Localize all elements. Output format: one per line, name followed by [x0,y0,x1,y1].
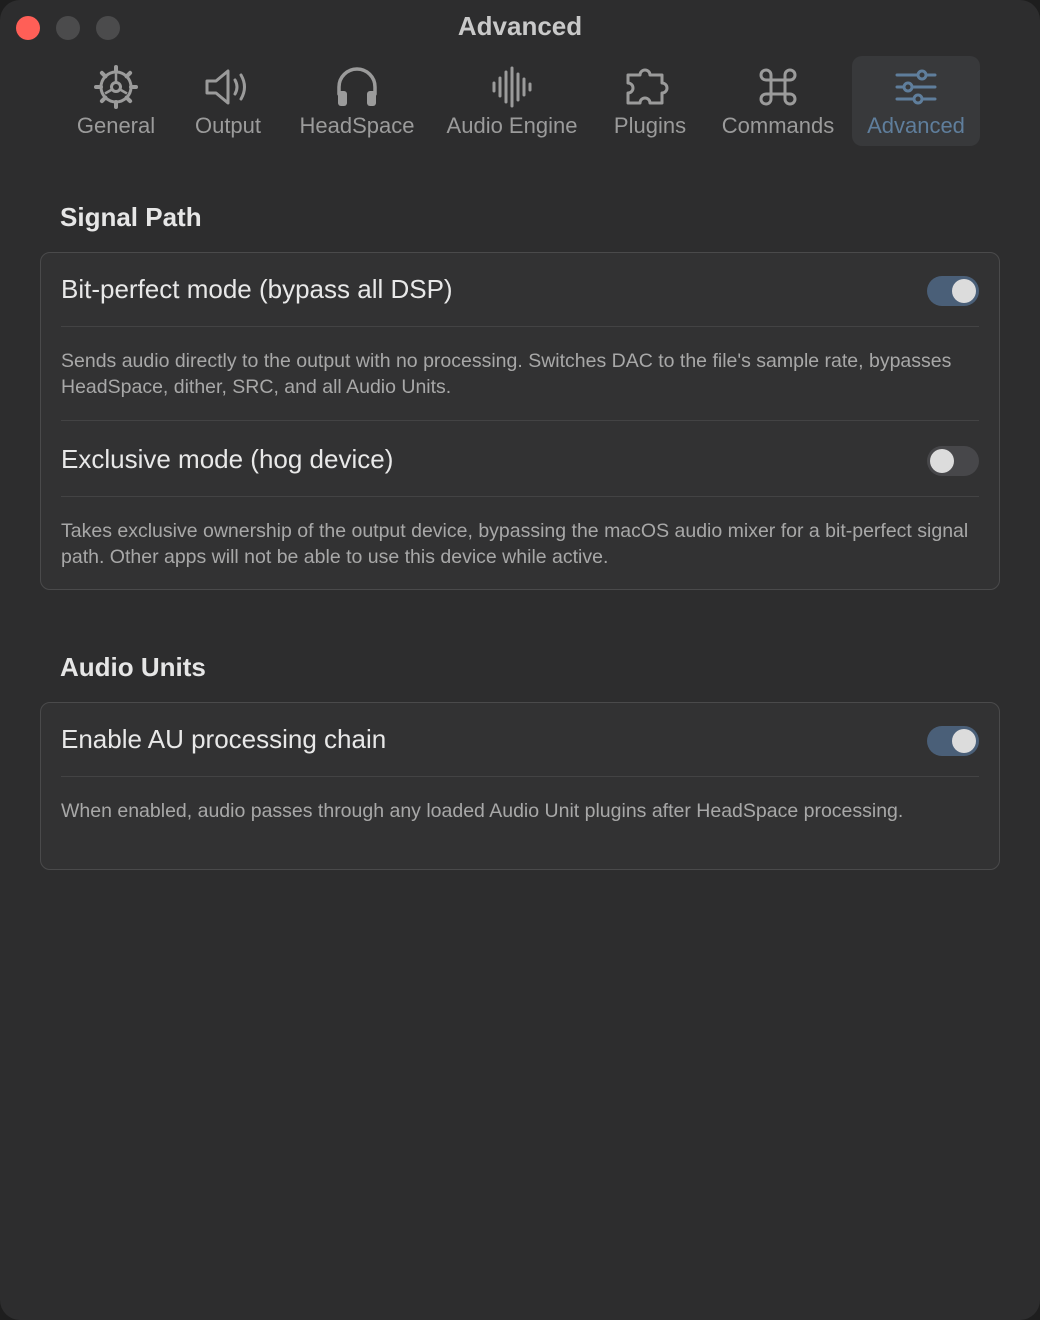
preferences-window: Advanced General Output HeadSpace Audio … [0,0,1040,1320]
tab-general-label: General [76,113,156,138]
divider [61,496,979,497]
divider [61,776,979,777]
tab-headspace[interactable]: HeadSpace [292,56,422,146]
window-title: Advanced [457,11,583,41]
tab-output[interactable]: Output [183,56,273,146]
tab-audio-engine-label: Audio Engine [446,113,578,138]
tab-general[interactable]: General [66,56,166,146]
tab-commands-label: Commands [721,113,835,138]
tab-output-label: Output [194,113,262,138]
signal-path-group: Bit-perfect mode (bypass all DSP) Sends … [40,252,1000,590]
tab-advanced[interactable]: Advanced [852,56,980,146]
bit-perfect-description: Sends audio directly to the output with … [61,350,952,398]
tab-headspace-label: HeadSpace [299,113,415,138]
tab-commands[interactable]: Commands [714,56,842,146]
bit-perfect-toggle[interactable] [927,276,979,306]
headphones-icon [334,62,380,112]
tab-advanced-label: Advanced [867,113,965,138]
waveform-icon [490,62,534,112]
bit-perfect-label: Bit-perfect mode (bypass all DSP) [61,274,453,304]
exclusive-mode-toggle[interactable] [927,446,979,476]
toggle-knob [952,279,976,303]
speaker-icon [204,62,252,112]
gear-icon [92,62,140,112]
toggle-knob [952,729,976,753]
divider [61,420,979,421]
command-icon [756,62,800,112]
au-chain-label: Enable AU processing chain [61,724,387,754]
tab-plugins[interactable]: Plugins [605,56,695,146]
title-bar: Advanced [0,0,1040,56]
audio-units-group: Enable AU processing chain When enabled,… [40,702,1000,870]
toggle-knob [930,449,954,473]
sliders-icon [894,62,938,112]
signal-path-heading: Signal Path [60,202,202,232]
au-chain-toggle[interactable] [927,726,979,756]
puzzle-icon [620,62,680,112]
divider [61,326,979,327]
preferences-toolbar: General Output HeadSpace Audio Engine Pl… [0,56,1040,152]
exclusive-mode-label: Exclusive mode (hog device) [61,444,394,474]
exclusive-mode-description: Takes exclusive ownership of the output … [61,520,969,568]
au-chain-description: When enabled, audio passes through any l… [61,800,904,822]
tab-audio-engine[interactable]: Audio Engine [438,56,586,146]
audio-units-heading: Audio Units [60,652,206,682]
tab-plugins-label: Plugins [613,113,687,138]
